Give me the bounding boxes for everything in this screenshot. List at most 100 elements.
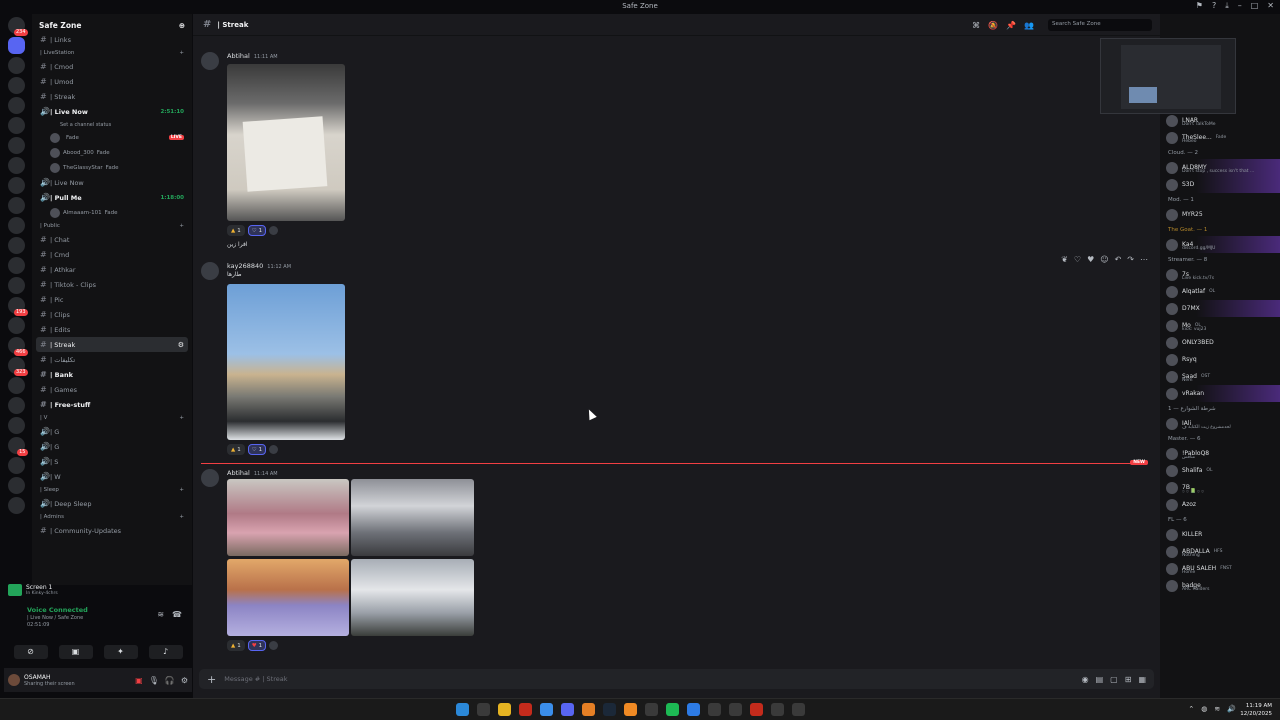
- member-item[interactable]: TheSlee... Fade Hebeo: [1160, 129, 1280, 146]
- windows-start-icon[interactable]: [456, 703, 469, 716]
- server-icon[interactable]: [7, 217, 25, 234]
- app-icon[interactable]: [771, 703, 784, 716]
- stream-icon[interactable]: ▣: [135, 676, 143, 685]
- sticker-icon[interactable]: ▢: [1110, 675, 1118, 684]
- minimize-button[interactable]: –: [1238, 1, 1242, 11]
- search-icon[interactable]: [477, 703, 490, 716]
- server-icon[interactable]: [7, 157, 25, 174]
- chevron-up-icon[interactable]: ⌃: [1188, 705, 1194, 713]
- channel-streak-ls[interactable]: # | Streak: [32, 89, 192, 104]
- voice-channel-g1[interactable]: 🔊 | G: [32, 424, 192, 439]
- close-button[interactable]: ✕: [1267, 1, 1274, 11]
- more-icon[interactable]: ⋯: [1140, 255, 1148, 264]
- forward-icon[interactable]: ↷: [1127, 255, 1134, 264]
- apps-icon[interactable]: ⊞: [1125, 675, 1132, 684]
- server-icon[interactable]: [7, 477, 25, 494]
- server-icon[interactable]: [7, 237, 25, 254]
- server-icon[interactable]: [7, 57, 25, 74]
- reaction[interactable]: ▲ 1: [227, 225, 245, 236]
- help-icon[interactable]: ?: [1212, 1, 1216, 11]
- avatar[interactable]: [201, 262, 219, 280]
- server-icon[interactable]: [7, 277, 25, 294]
- add-channel-icon[interactable]: +: [179, 415, 184, 421]
- reaction-icon[interactable]: ❦: [1061, 255, 1068, 264]
- member-item[interactable]: Ka4 discord.gg/MJU: [1160, 236, 1280, 253]
- channel-athkar[interactable]: # | Athkar: [32, 262, 192, 277]
- member-item[interactable]: badge ARC Raiders: [1160, 577, 1280, 594]
- message-author[interactable]: Abtihal: [227, 469, 250, 477]
- voice-channel-g2[interactable]: 🔊 | G: [32, 439, 192, 454]
- chrome-icon[interactable]: [540, 703, 553, 716]
- add-channel-icon[interactable]: +: [179, 50, 184, 56]
- category-public[interactable]: | Public +: [32, 220, 192, 232]
- server-icon[interactable]: 15: [7, 437, 28, 456]
- voice-user[interactable]: Fade LIVE: [32, 130, 192, 145]
- wifi-icon[interactable]: ≋: [1214, 705, 1220, 713]
- server-icon[interactable]: [7, 457, 25, 474]
- channel-umod[interactable]: # | Umod: [32, 74, 192, 89]
- voice-channel-live-now[interactable]: 🔊 | Live Now 2:51:10: [32, 104, 192, 119]
- avatar[interactable]: [201, 52, 219, 70]
- app-icon[interactable]: [708, 703, 721, 716]
- inbox-icon[interactable]: ⚑: [1196, 1, 1203, 11]
- member-item[interactable]: Rsyq: [1160, 351, 1280, 368]
- member-item[interactable]: ONLY3BED: [1160, 334, 1280, 351]
- settings-icon[interactable]: ⚙: [178, 341, 184, 349]
- server-icon[interactable]: [7, 137, 25, 154]
- add-reaction-icon[interactable]: ☺: [1100, 255, 1108, 264]
- screen-share-button[interactable]: ▣: [58, 645, 93, 659]
- member-item[interactable]: Saad OST Nem: [1160, 368, 1280, 385]
- server-icon[interactable]: [7, 317, 25, 334]
- message-author[interactable]: Abtihal: [227, 52, 250, 60]
- server-icon[interactable]: [7, 257, 25, 274]
- server-icon[interactable]: [7, 97, 25, 114]
- server-icon[interactable]: [7, 417, 25, 434]
- channel-free-stuff[interactable]: # | Free-stuff: [32, 397, 192, 412]
- server-icon[interactable]: 193: [7, 297, 28, 316]
- add-channel-icon[interactable]: +: [179, 487, 184, 493]
- member-item[interactable]: LNAR Don't TalkToMe: [1160, 112, 1280, 129]
- settings-icon[interactable]: ⚙: [181, 676, 188, 685]
- voice-user[interactable]: Almaaam-101 Fade: [32, 205, 192, 220]
- channel-clips[interactable]: # | Clips: [32, 307, 192, 322]
- app-icon[interactable]: [687, 703, 700, 716]
- image-attachment[interactable]: [227, 284, 345, 440]
- search-input[interactable]: Search Safe Zone: [1048, 19, 1152, 31]
- disconnect-icon[interactable]: ☎: [172, 610, 182, 619]
- channel-cmod[interactable]: # | Cmod: [32, 59, 192, 74]
- member-item[interactable]: Mo OL kick: vuj23: [1160, 317, 1280, 334]
- noise-suppression-icon[interactable]: ≋: [157, 610, 164, 619]
- voice-channel-w[interactable]: 🔊 | W: [32, 469, 192, 484]
- avatar[interactable]: [201, 469, 219, 487]
- spotify-icon[interactable]: [666, 703, 679, 716]
- channel-community-updates[interactable]: # | Community-Updates: [32, 523, 192, 538]
- add-reaction-icon[interactable]: [269, 226, 279, 235]
- channel-edits[interactable]: # | Edits: [32, 322, 192, 337]
- message-author[interactable]: kay268840: [227, 262, 263, 270]
- reply-icon[interactable]: ↶: [1115, 255, 1122, 264]
- channel-chat[interactable]: # | Chat: [32, 232, 192, 247]
- member-item[interactable]: Alqatlaf OL: [1160, 283, 1280, 300]
- download-icon[interactable]: ⤓: [1225, 1, 1229, 11]
- soundboard-button[interactable]: ♪: [148, 645, 183, 659]
- member-item[interactable]: !PabloQ8 منافس: [1160, 445, 1280, 462]
- server-icon[interactable]: [7, 377, 25, 394]
- member-item[interactable]: KILLER: [1160, 526, 1280, 543]
- channel-pic[interactable]: # | Pic: [32, 292, 192, 307]
- server-icon[interactable]: 466: [7, 337, 28, 356]
- microphone-icon[interactable]: 🎙: [149, 676, 159, 685]
- app-icon[interactable]: [519, 703, 532, 716]
- file-explorer-icon[interactable]: [498, 703, 511, 716]
- member-item[interactable]: Shalifa OL: [1160, 462, 1280, 479]
- app-icon[interactable]: [750, 703, 763, 716]
- reaction[interactable]: ♥ 1: [247, 640, 267, 651]
- member-item[interactable]: D7MX: [1160, 300, 1280, 317]
- tray-icon[interactable]: ◍: [1201, 705, 1207, 713]
- discord-icon[interactable]: [561, 703, 574, 716]
- image-attachment[interactable]: [227, 64, 345, 221]
- firefox-icon[interactable]: [582, 703, 595, 716]
- voice-channel-live-now-2[interactable]: 🔊 | Live Now: [32, 175, 192, 190]
- app-icon[interactable]: [645, 703, 658, 716]
- channel-bank[interactable]: # | Bank: [32, 367, 192, 382]
- member-item[interactable]: Azoz: [1160, 496, 1280, 513]
